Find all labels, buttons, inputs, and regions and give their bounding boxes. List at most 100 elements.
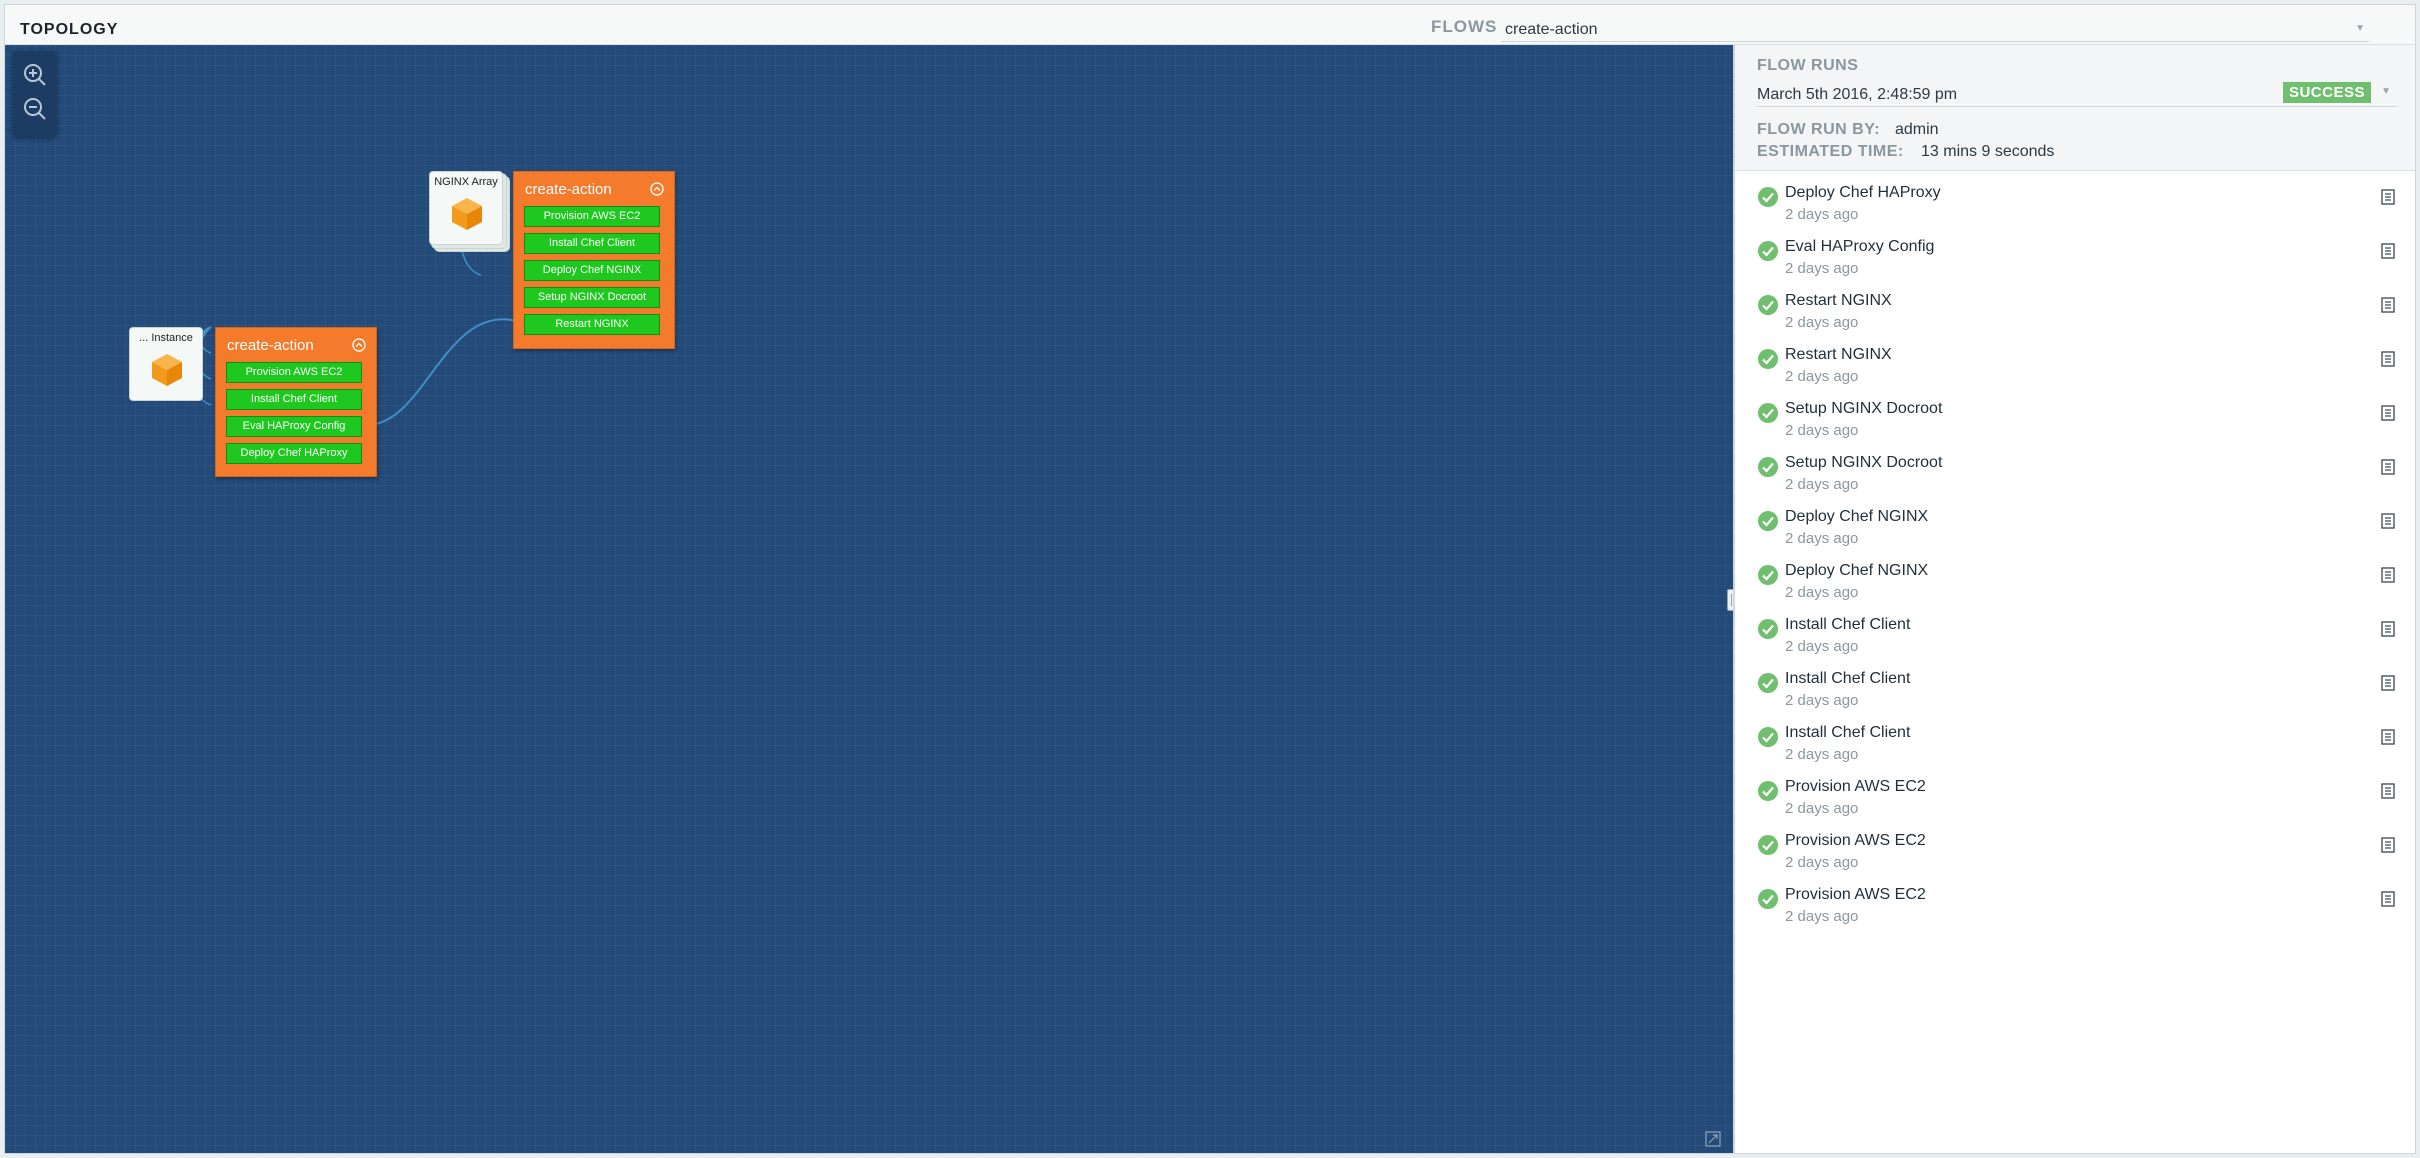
- task-row[interactable]: Setup NGINX Docroot 2 days ago: [1735, 397, 2415, 451]
- log-document-icon[interactable]: [2381, 837, 2395, 853]
- check-circle-icon: [1758, 187, 1778, 207]
- task-time: 2 days ago: [1785, 584, 1859, 601]
- log-document-icon[interactable]: [2381, 405, 2395, 421]
- resource-label: NGINX Array: [434, 176, 498, 188]
- task-row[interactable]: Provision AWS EC2 2 days ago: [1735, 775, 2415, 829]
- run-by-value: admin: [1895, 121, 1939, 138]
- log-document-icon[interactable]: [2381, 243, 2395, 259]
- check-circle-icon: [1758, 727, 1778, 747]
- check-circle-icon: [1758, 565, 1778, 585]
- step-provision-aws-ec2[interactable]: Provision AWS EC2: [524, 206, 660, 227]
- task-time: 2 days ago: [1785, 638, 1859, 655]
- check-circle-icon: [1758, 673, 1778, 693]
- zoom-out-icon: [24, 98, 46, 120]
- resource-label: ... Instance: [139, 332, 193, 344]
- task-row[interactable]: Install Chef Client 2 days ago: [1735, 667, 2415, 721]
- step-eval-haproxy-config[interactable]: Eval HAProxy Config: [226, 416, 362, 437]
- status-badge: SUCCESS: [2282, 82, 2371, 103]
- log-document-icon[interactable]: [2381, 297, 2395, 313]
- flows-label: FLOWS: [1431, 17, 1498, 36]
- action-title: create-action: [227, 337, 314, 354]
- task-name: Deploy Chef NGINX: [1785, 562, 1929, 579]
- task-row[interactable]: Provision AWS EC2 2 days ago: [1735, 829, 2415, 883]
- log-document-icon[interactable]: [2381, 621, 2395, 637]
- fit-view-icon[interactable]: [1705, 1131, 1721, 1147]
- task-row[interactable]: Eval HAProxy Config 2 days ago: [1735, 235, 2415, 289]
- flow-runs-panel: FLOW RUNS March 5th 2016, 2:48:59 pm SUC…: [1733, 45, 2415, 1153]
- action-box-nginx[interactable]: create-action Provision AWS EC2 Install …: [513, 171, 675, 349]
- step-provision-aws-ec2[interactable]: Provision AWS EC2: [226, 362, 362, 383]
- check-circle-icon: [1758, 781, 1778, 801]
- action-box-instance[interactable]: create-action Provision AWS EC2 Install …: [215, 327, 377, 477]
- task-name: Provision AWS EC2: [1785, 832, 1926, 849]
- run-date: March 5th 2016, 2:48:59 pm: [1757, 86, 1958, 103]
- collapse-icon[interactable]: [352, 338, 366, 352]
- resource-nginx-array[interactable]: NGINX Array: [429, 171, 503, 245]
- log-document-icon[interactable]: [2381, 729, 2395, 745]
- check-circle-icon: [1758, 295, 1778, 315]
- task-row[interactable]: Setup NGINX Docroot 2 days ago: [1735, 451, 2415, 505]
- task-time: 2 days ago: [1785, 368, 1859, 385]
- log-document-icon[interactable]: [2381, 675, 2395, 691]
- task-name: Restart NGINX: [1785, 292, 1892, 309]
- task-row[interactable]: Install Chef Client 2 days ago: [1735, 721, 2415, 775]
- task-row[interactable]: Install Chef Client 2 days ago: [1735, 613, 2415, 667]
- task-name: Eval HAProxy Config: [1785, 238, 1935, 255]
- task-row[interactable]: Deploy Chef NGINX 2 days ago: [1735, 559, 2415, 613]
- step-restart-nginx[interactable]: Restart NGINX: [524, 314, 660, 335]
- log-document-icon[interactable]: [2381, 891, 2395, 907]
- flows-selected-value: create-action: [1505, 21, 1598, 38]
- log-document-icon[interactable]: [2381, 189, 2395, 205]
- task-row[interactable]: Deploy Chef NGINX 2 days ago: [1735, 505, 2415, 559]
- check-circle-icon: [1758, 835, 1778, 855]
- check-circle-icon: [1758, 241, 1778, 261]
- task-time: 2 days ago: [1785, 746, 1859, 763]
- task-name: Install Chef Client: [1785, 670, 1911, 687]
- task-name: Provision AWS EC2: [1785, 886, 1926, 903]
- estimated-time-value: 13 mins 9 seconds: [1921, 143, 2055, 160]
- task-name: Setup NGINX Docroot: [1785, 400, 1943, 417]
- task-name: Restart NGINX: [1785, 346, 1892, 363]
- task-name: Provision AWS EC2: [1785, 778, 1926, 795]
- task-row[interactable]: Restart NGINX 2 days ago: [1735, 343, 2415, 397]
- check-circle-icon: [1758, 457, 1778, 477]
- task-row[interactable]: Deploy Chef HAProxy 2 days ago: [1735, 181, 2415, 235]
- task-row[interactable]: Restart NGINX 2 days ago: [1735, 289, 2415, 343]
- topology-canvas[interactable]: NGINX Array create-action Provision AWS …: [5, 45, 1733, 1153]
- log-document-icon[interactable]: [2381, 567, 2395, 583]
- page-title: TOPOLOGY: [20, 21, 119, 38]
- flow-run-summary: FLOW RUNS March 5th 2016, 2:48:59 pm SUC…: [1735, 45, 2415, 171]
- zoom-in-button[interactable]: [21, 61, 49, 89]
- app-window: TOPOLOGY FLOWS create-action ▼ NGINX Arr…: [4, 4, 2416, 1154]
- step-deploy-chef-haproxy[interactable]: Deploy Chef HAProxy: [226, 443, 362, 464]
- zoom-controls: [13, 51, 57, 137]
- task-name: Deploy Chef NGINX: [1785, 508, 1929, 525]
- log-document-icon[interactable]: [2381, 459, 2395, 475]
- log-document-icon[interactable]: [2381, 783, 2395, 799]
- estimated-time-label: ESTIMATED TIME:: [1757, 143, 1904, 160]
- task-time: 2 days ago: [1785, 422, 1859, 439]
- collapse-icon[interactable]: [650, 182, 664, 196]
- task-time: 2 days ago: [1785, 314, 1859, 331]
- log-document-icon[interactable]: [2381, 513, 2395, 529]
- flows-dropdown[interactable]: create-action ▼: [1501, 15, 2369, 42]
- top-header: TOPOLOGY FLOWS create-action ▼: [5, 5, 2415, 45]
- step-deploy-chef-nginx[interactable]: Deploy Chef NGINX: [524, 260, 660, 281]
- log-document-icon[interactable]: [2381, 351, 2395, 367]
- resource-instance[interactable]: ... Instance: [129, 327, 203, 401]
- task-row[interactable]: Provision AWS EC2 2 days ago: [1735, 883, 2415, 937]
- cube-icon: [452, 198, 482, 230]
- check-circle-icon: [1758, 889, 1778, 909]
- check-circle-icon: [1758, 349, 1778, 369]
- task-time: 2 days ago: [1785, 908, 1859, 925]
- zoom-out-button[interactable]: [21, 95, 49, 123]
- flow-run-dropdown[interactable]: March 5th 2016, 2:48:59 pm SUCCESS ▼: [1757, 80, 2397, 107]
- step-install-chef-client[interactable]: Install Chef Client: [226, 389, 362, 410]
- chevron-down-icon: ▼: [2355, 23, 2365, 34]
- step-setup-nginx-docroot[interactable]: Setup NGINX Docroot: [524, 287, 660, 308]
- task-name: Setup NGINX Docroot: [1785, 454, 1943, 471]
- task-time: 2 days ago: [1785, 800, 1859, 817]
- task-time: 2 days ago: [1785, 854, 1859, 871]
- step-install-chef-client[interactable]: Install Chef Client: [524, 233, 660, 254]
- zoom-in-icon: [24, 64, 46, 86]
